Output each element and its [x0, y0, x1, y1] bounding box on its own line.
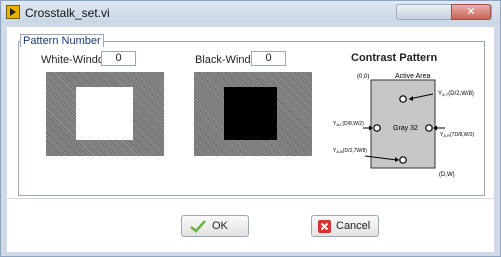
ok-button[interactable]: OK	[181, 215, 249, 237]
gray-level-label: Gray 32	[393, 125, 418, 132]
origin-label: (0,0)	[357, 74, 369, 80]
close-button[interactable]: ✕	[451, 4, 491, 20]
cancel-label: Cancel	[336, 220, 371, 232]
active-area-rect	[370, 79, 436, 169]
black-window-square	[224, 87, 277, 140]
group-label: Pattern Number	[20, 34, 104, 47]
left-marker-icon	[373, 124, 381, 132]
bottom-marker-label: YA,B(D/2,7W/8)	[333, 148, 367, 154]
contrast-pattern-title: Contrast Pattern	[351, 52, 438, 64]
black-window-input[interactable]: 0	[251, 51, 286, 66]
top-marker-icon	[399, 95, 407, 103]
labview-icon	[6, 5, 20, 19]
minimize-button[interactable]	[399, 5, 426, 19]
white-window-pattern	[46, 72, 164, 156]
divider	[7, 198, 494, 199]
bottom-marker-icon	[399, 156, 407, 164]
white-window-square	[76, 87, 133, 140]
maximize-button[interactable]	[426, 5, 453, 19]
ok-label: OK	[212, 220, 228, 232]
close-icon: ✕	[466, 6, 476, 18]
window-controls: ✕	[396, 4, 492, 20]
corner-label: (D,W)	[439, 172, 455, 178]
contrast-pattern-diagram: (0,0) Active Area Gray 32 (D,W) YA,T(D/2…	[333, 66, 475, 186]
right-marker-icon	[425, 124, 433, 132]
window: Crosstalk_set.vi ✕ Pattern Number White-…	[0, 0, 501, 257]
close-icon	[318, 220, 331, 233]
black-window-pattern	[194, 72, 312, 156]
check-icon	[190, 220, 206, 233]
white-window-input[interactable]: 0	[101, 51, 136, 66]
cancel-button[interactable]: Cancel	[311, 215, 379, 237]
window-title: Crosstalk_set.vi	[25, 6, 110, 20]
active-area-label: Active Area	[395, 73, 431, 80]
left-marker-label: YA,L(D/8,W/2)	[333, 121, 364, 127]
title-bar[interactable]: Crosstalk_set.vi ✕	[1, 1, 500, 23]
top-marker-label: YA,T(D/2,W/8)	[438, 91, 474, 97]
right-marker-label: YA,R(7D/8,W/2)	[440, 132, 475, 138]
